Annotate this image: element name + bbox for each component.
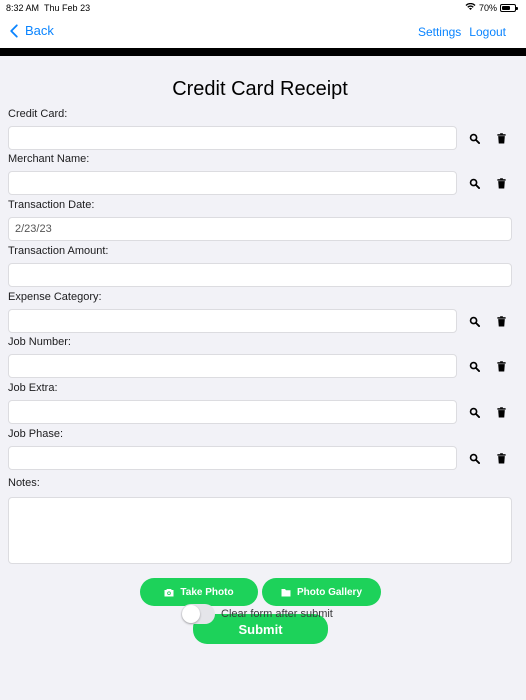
navigation-bar: Back Settings Logout xyxy=(0,18,526,48)
merchant-name-label: Merchant Name: xyxy=(8,153,90,165)
clear-form-toggle-row: Clear form after submit xyxy=(181,604,333,624)
job-extra-search-button[interactable] xyxy=(465,403,483,421)
battery-percent: 70% xyxy=(478,3,497,13)
status-time: 8:32 AM Thu Feb 23 xyxy=(6,3,90,13)
job-phase-label: Job Phase: xyxy=(8,428,64,440)
trash-icon xyxy=(496,315,506,327)
settings-link[interactable]: Settings xyxy=(418,25,461,39)
transaction-date-label: Transaction Date: xyxy=(8,199,95,211)
status-time-text: 8:32 AM xyxy=(6,3,40,13)
trash-icon xyxy=(496,132,506,144)
job-extra-delete-button[interactable] xyxy=(492,403,510,421)
photo-gallery-button[interactable]: Photo Gallery xyxy=(262,578,381,606)
expense-category-delete-button[interactable] xyxy=(492,312,510,330)
job-phase-search-button[interactable] xyxy=(465,449,483,467)
status-date-text: Thu Feb 23 xyxy=(44,3,91,13)
clear-form-toggle[interactable] xyxy=(181,604,215,624)
job-number-search-button[interactable] xyxy=(465,357,483,375)
expense-category-search-button[interactable] xyxy=(465,312,483,330)
job-extra-label: Job Extra: xyxy=(8,382,58,394)
nav-actions: Settings Logout xyxy=(418,25,506,39)
photo-gallery-label: Photo Gallery xyxy=(296,586,362,598)
take-photo-label: Take Photo xyxy=(180,586,234,598)
search-icon xyxy=(469,407,480,418)
chevron-left-icon xyxy=(10,23,18,38)
transaction-date-field[interactable]: 2/23/23 xyxy=(8,217,512,241)
status-indicators: 70% xyxy=(465,2,518,13)
credit-card-label: Credit Card: xyxy=(8,108,68,120)
nav-divider xyxy=(0,48,526,56)
trash-icon xyxy=(496,406,506,418)
wifi-icon xyxy=(465,2,476,13)
logout-link[interactable]: Logout xyxy=(469,25,506,39)
search-icon xyxy=(469,361,480,372)
credit-card-field[interactable] xyxy=(8,126,457,150)
folder-icon xyxy=(281,588,291,596)
notes-label: Notes: xyxy=(8,477,40,489)
search-icon xyxy=(469,133,480,144)
job-phase-field[interactable] xyxy=(8,446,457,470)
trash-icon xyxy=(496,452,506,464)
trash-icon xyxy=(496,177,506,189)
toggle-knob xyxy=(182,605,200,623)
back-button[interactable]: Back xyxy=(8,23,54,38)
search-icon xyxy=(469,316,480,327)
camera-icon xyxy=(164,588,174,596)
job-number-field[interactable] xyxy=(8,354,457,378)
expense-category-label: Expense Category: xyxy=(8,291,102,303)
job-number-delete-button[interactable] xyxy=(492,357,510,375)
back-label: Back xyxy=(25,23,54,38)
credit-card-delete-button[interactable] xyxy=(492,129,510,147)
clear-form-label: Clear form after submit xyxy=(221,608,333,620)
merchant-name-field[interactable] xyxy=(8,171,457,195)
search-icon xyxy=(469,453,480,464)
take-photo-button[interactable]: Take Photo xyxy=(140,578,258,606)
notes-textarea[interactable] xyxy=(8,497,512,564)
merchant-name-search-button[interactable] xyxy=(465,174,483,192)
credit-card-search-button[interactable] xyxy=(465,129,483,147)
transaction-amount-label: Transaction Amount: xyxy=(8,245,109,257)
transaction-amount-field[interactable] xyxy=(8,263,512,287)
page-title: Credit Card Receipt xyxy=(172,78,348,100)
status-bar: 8:32 AM Thu Feb 23 70% xyxy=(0,0,526,18)
merchant-name-delete-button[interactable] xyxy=(492,174,510,192)
trash-icon xyxy=(496,360,506,372)
job-number-label: Job Number: xyxy=(8,336,71,348)
job-extra-field[interactable] xyxy=(8,400,457,424)
job-phase-delete-button[interactable] xyxy=(492,449,510,467)
battery-icon xyxy=(500,4,518,12)
search-icon xyxy=(469,178,480,189)
expense-category-field[interactable] xyxy=(8,309,457,333)
